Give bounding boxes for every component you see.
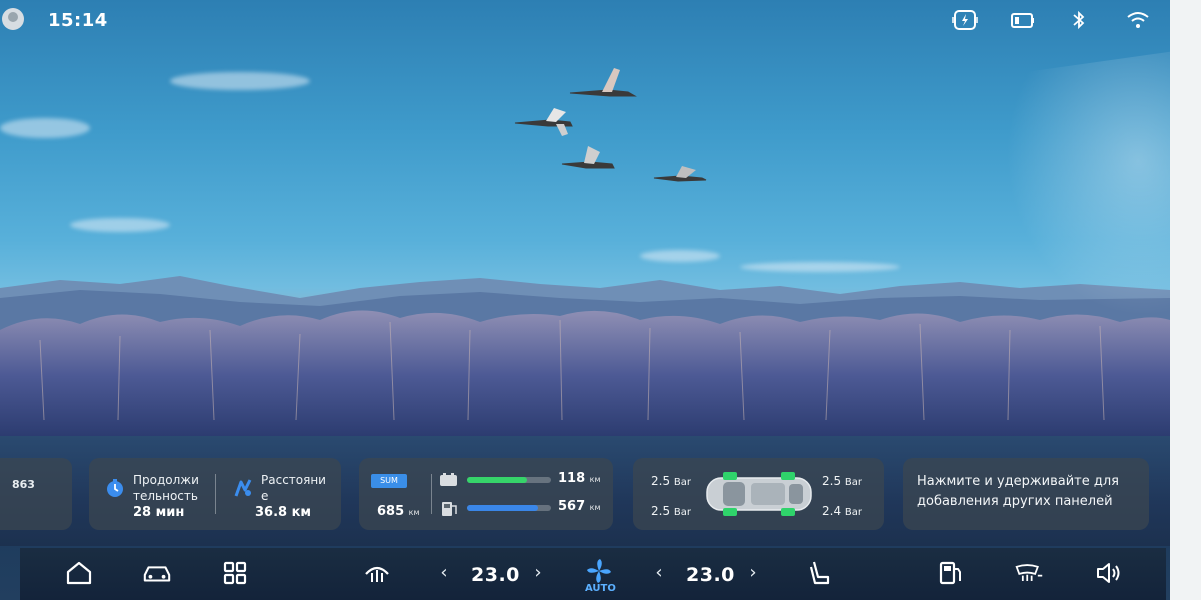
- status-icons: [952, 10, 1150, 30]
- right-temp-up-button[interactable]: ›: [745, 562, 761, 583]
- screen: 15:14 863 Продолжи тельность 28 мин Расс…: [0, 0, 1170, 600]
- car-icon: [143, 566, 171, 582]
- duration-value: 28 мин: [133, 505, 185, 520]
- cloud: [70, 218, 170, 232]
- left-temp-down-button[interactable]: ‹: [436, 562, 452, 583]
- sum-badge: SUM: [371, 474, 407, 488]
- right-temp-down-button[interactable]: ‹: [651, 562, 667, 583]
- total-range: 685 км: [377, 504, 420, 519]
- rear-defrost-icon: [365, 566, 389, 582]
- apps-button[interactable]: [220, 558, 250, 588]
- battery-range-fill: [467, 477, 528, 483]
- distance-label: Расстояни е: [261, 473, 326, 503]
- fuel-range-value: 567 км: [558, 499, 601, 514]
- partial-widget[interactable]: 863: [0, 458, 72, 530]
- user-avatar[interactable]: [2, 8, 24, 30]
- left-temperature: 23.0: [471, 564, 520, 586]
- cloud: [170, 72, 310, 90]
- fuel-range-fill: [467, 505, 539, 511]
- divider: [215, 474, 216, 514]
- tire-pressure-widget[interactable]: 2.5 Bar 2.5 Bar 2.5 Bar 2.4 Bar: [633, 458, 884, 530]
- auto-label: AUTO: [585, 583, 616, 594]
- battery-range-bar: [467, 477, 551, 483]
- front-defrost-icon: [1015, 564, 1043, 581]
- rear-defrost-button[interactable]: [362, 558, 392, 588]
- status-bar: 15:14: [0, 0, 1170, 44]
- background-wall: [1170, 0, 1201, 600]
- divider: [431, 474, 432, 514]
- volume-icon: [1097, 563, 1120, 583]
- cloud: [0, 118, 90, 138]
- home-icon: [66, 561, 92, 585]
- wifi-icon[interactable]: [1126, 10, 1150, 30]
- bluetooth-icon[interactable]: [1068, 10, 1092, 30]
- birds-illustration: [514, 68, 707, 182]
- clock: 15:14: [48, 10, 108, 31]
- battery-range-value: 118 км: [558, 471, 601, 486]
- wireless-charging-icon[interactable]: [952, 10, 978, 30]
- tire-rear-left: 2.5 Bar: [651, 504, 692, 518]
- right-temperature: 23.0: [686, 564, 735, 586]
- distance-value: 36.8 км: [255, 505, 312, 520]
- car-topview-icon: [706, 472, 812, 516]
- apps-grid-icon: [223, 561, 247, 585]
- range-widget[interactable]: SUM 685 км 118 км 567 км: [359, 458, 613, 530]
- stopwatch-icon: [107, 479, 123, 497]
- left-temp-up-button[interactable]: ›: [530, 562, 546, 583]
- vehicle-button[interactable]: [142, 558, 172, 588]
- fuel-station-icon: [939, 561, 961, 585]
- route-icon: [234, 479, 252, 497]
- fuel-station-button[interactable]: [936, 558, 966, 588]
- seat-heat-icon: [809, 561, 830, 585]
- tire-front-right: 2.5 Bar: [822, 474, 863, 488]
- trip-widget[interactable]: Продолжи тельность 28 мин Расстояни е 36…: [89, 458, 341, 530]
- duration-label: Продолжи тельность: [133, 473, 199, 503]
- battery-range-icon: [440, 473, 457, 486]
- battery-icon[interactable]: [1010, 10, 1034, 30]
- fan-icon: [587, 559, 611, 583]
- partial-value: 863: [12, 478, 35, 491]
- seat-heat-button[interactable]: [804, 558, 834, 588]
- front-defrost-button[interactable]: [1014, 558, 1044, 588]
- volume-button[interactable]: [1094, 558, 1124, 588]
- tire-front-left: 2.5 Bar: [651, 474, 692, 488]
- fuel-range-icon: [442, 502, 457, 516]
- tire-rear-right: 2.4 Bar: [822, 504, 863, 518]
- add-panel-hint-text: Нажмите и удерживайте для добавления дру…: [917, 474, 1119, 509]
- climate-auto-button[interactable]: [584, 556, 614, 586]
- bottom-dock: ‹ 23.0 › AUTO ‹ 23.0 ›: [20, 548, 1166, 600]
- fuel-range-bar: [467, 505, 551, 511]
- add-panel-hint-widget[interactable]: Нажмите и удерживайте для добавления дру…: [903, 458, 1149, 530]
- reeds-illustration: [0, 310, 1170, 440]
- cloud: [640, 250, 720, 262]
- home-button[interactable]: [64, 558, 94, 588]
